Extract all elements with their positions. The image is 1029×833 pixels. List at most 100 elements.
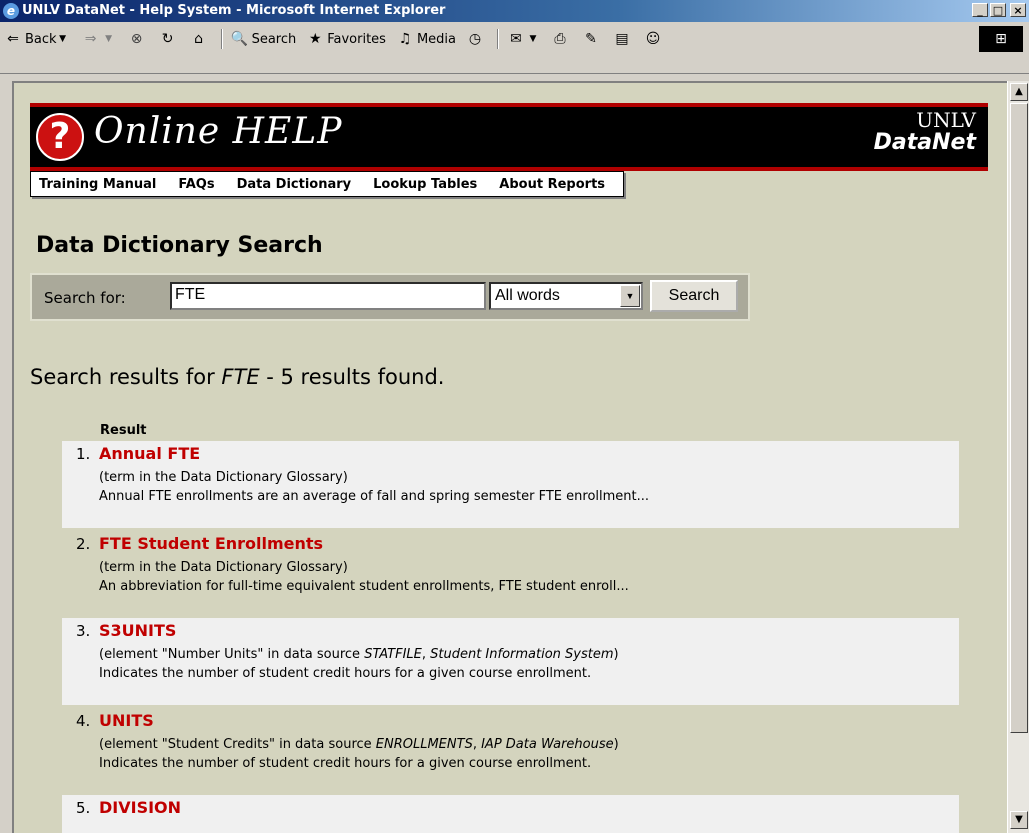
favorites-icon: ★: [308, 31, 322, 47]
home-button[interactable]: ⌂: [190, 30, 211, 48]
back-dropdown-icon: ▼: [59, 34, 67, 44]
browser-toolbar: ⇐ Back ▼ ⇒ ▼ ⊗ ↻ ⌂ 🔍 Search ★ Favorites …: [0, 22, 1029, 74]
result-source-sep: ,: [472, 737, 482, 752]
search-label: Search for:: [44, 289, 126, 307]
help-nav-bar: Training Manual FAQs Data Dictionary Loo…: [30, 171, 625, 197]
result-source-close: ): [613, 737, 619, 752]
print-icon: ⎙: [554, 31, 566, 47]
result-row: 1. Annual FTE (term in the Data Dictiona…: [62, 441, 959, 528]
result-source-system: IAP Data Warehouse: [481, 737, 614, 752]
favorites-button[interactable]: ★ Favorites: [306, 30, 386, 48]
result-source: (element "Number Units" in data source S…: [99, 647, 619, 662]
result-number: 2.: [76, 535, 91, 553]
mail-button[interactable]: ✉ ▼: [507, 30, 541, 48]
results-term: FTE: [221, 365, 260, 389]
result-row: 3. S3UNITS (element "Number Units" in da…: [62, 618, 959, 705]
edit-button[interactable]: ✎: [582, 30, 603, 48]
mail-dropdown-icon: ▼: [529, 34, 537, 44]
media-button[interactable]: ♫ Media: [396, 30, 456, 48]
maximize-button[interactable]: □: [990, 3, 1006, 17]
stop-icon: ⊗: [130, 31, 143, 47]
result-number: 3.: [76, 622, 91, 640]
stop-button[interactable]: ⊗: [128, 30, 149, 48]
search-button[interactable]: Search: [650, 280, 738, 312]
result-row: 4. UNITS (element "Student Credits" in d…: [62, 708, 959, 795]
print-button[interactable]: ⎙: [551, 30, 572, 48]
nav-training-manual[interactable]: Training Manual: [39, 177, 156, 192]
result-source: (term in the Data Dictionary Glossary): [99, 560, 348, 575]
window-title-bar: e UNLV DataNet - Help System - Microsoft…: [0, 0, 1029, 22]
minimize-button[interactable]: _: [972, 3, 988, 17]
result-row: 2. FTE Student Enrollments (term in the …: [62, 531, 959, 618]
result-title-link[interactable]: S3UNITS: [99, 621, 176, 640]
back-label: Back: [25, 31, 57, 47]
back-arrow-icon: ⇐: [7, 31, 19, 47]
nav-faqs[interactable]: FAQs: [178, 177, 214, 192]
media-label: Media: [416, 31, 457, 47]
vertical-scrollbar[interactable]: ▲ ▼: [1007, 81, 1029, 833]
history-icon: ◷: [468, 31, 482, 47]
result-number: 4.: [76, 712, 91, 730]
close-button[interactable]: ×: [1010, 3, 1026, 17]
result-source-close: ): [613, 647, 619, 662]
unlv-datanet-logo: UNLV DataNet: [874, 109, 976, 155]
scroll-down-button[interactable]: ▼: [1010, 811, 1028, 829]
scroll-up-button[interactable]: ▲: [1010, 83, 1028, 101]
result-source-name: STATFILE: [364, 647, 422, 662]
home-icon: ⌂: [194, 31, 203, 47]
windows-logo-icon: ⊞: [979, 26, 1023, 52]
search-icon: 🔍: [230, 31, 249, 47]
result-number: 5.: [76, 799, 91, 817]
result-source-name: ENROLLMENTS: [375, 737, 473, 752]
toolbar-separator: [497, 29, 500, 49]
search-toolbar-button[interactable]: 🔍 Search: [230, 30, 297, 48]
result-row: 5. DIVISION: [62, 795, 959, 833]
result-source: (term in the Data Dictionary Glossary): [99, 470, 348, 485]
result-source-text: (element "Student Credits" in data sourc…: [99, 737, 376, 752]
forward-button[interactable]: ⇒ ▼: [82, 30, 118, 48]
results-prefix: Search results for: [30, 365, 222, 389]
result-source-text: (term in the Data Dictionary Glossary): [99, 470, 348, 485]
messenger-button[interactable]: ☺: [644, 30, 665, 48]
search-panel: Search for: FTE All words ▼ Search: [30, 273, 750, 321]
result-description: Indicates the number of student credit h…: [99, 756, 592, 771]
mail-icon: ✉: [510, 31, 522, 47]
results-suffix: - 5 results found.: [259, 365, 445, 389]
result-title-link[interactable]: FTE Student Enrollments: [99, 534, 323, 553]
result-source-text: (element "Number Units" in data source: [99, 647, 365, 662]
search-mode-value: All words: [495, 287, 560, 304]
result-description: Annual FTE enrollments are an average of…: [99, 489, 650, 504]
nav-about-reports[interactable]: About Reports: [499, 177, 605, 192]
search-button-label: Search: [668, 287, 720, 304]
result-source: (element "Student Credits" in data sourc…: [99, 737, 619, 752]
chevron-down-icon[interactable]: ▼: [620, 285, 640, 307]
messenger-icon: ☺: [645, 31, 661, 47]
favorites-label: Favorites: [327, 31, 386, 47]
back-button[interactable]: ⇐ Back ▼: [4, 30, 72, 48]
nav-data-dictionary[interactable]: Data Dictionary: [237, 177, 352, 192]
online-help-banner: ? Online HELP UNLV DataNet: [30, 103, 988, 171]
result-description: An abbreviation for full-time equivalent…: [99, 579, 629, 594]
result-description: Indicates the number of student credit h…: [99, 666, 592, 681]
forward-dropdown-icon: ▼: [105, 34, 113, 44]
search-toolbar-label: Search: [251, 31, 297, 47]
edit-icon: ✎: [585, 31, 597, 47]
scroll-thumb[interactable]: [1010, 103, 1028, 733]
result-title-link[interactable]: DIVISION: [99, 798, 181, 817]
result-title-link[interactable]: Annual FTE: [99, 444, 200, 463]
page-title: Data Dictionary Search: [36, 233, 323, 258]
nav-lookup-tables[interactable]: Lookup Tables: [373, 177, 477, 192]
discuss-button[interactable]: ▤: [613, 30, 634, 48]
result-source-text: (term in the Data Dictionary Glossary): [99, 560, 348, 575]
window-title: UNLV DataNet - Help System - Microsoft I…: [22, 3, 446, 18]
refresh-button[interactable]: ↻: [159, 30, 180, 48]
history-button[interactable]: ◷: [466, 30, 487, 48]
datanet-logo-text: DataNet: [873, 130, 976, 155]
ie-icon: e: [3, 3, 19, 19]
result-number: 1.: [76, 445, 91, 463]
search-mode-select[interactable]: All words ▼: [489, 282, 643, 310]
unlv-logo-text: UNLV: [916, 108, 976, 132]
search-input[interactable]: FTE: [170, 282, 486, 310]
help-question-icon: ?: [36, 113, 84, 161]
result-title-link[interactable]: UNITS: [99, 711, 154, 730]
